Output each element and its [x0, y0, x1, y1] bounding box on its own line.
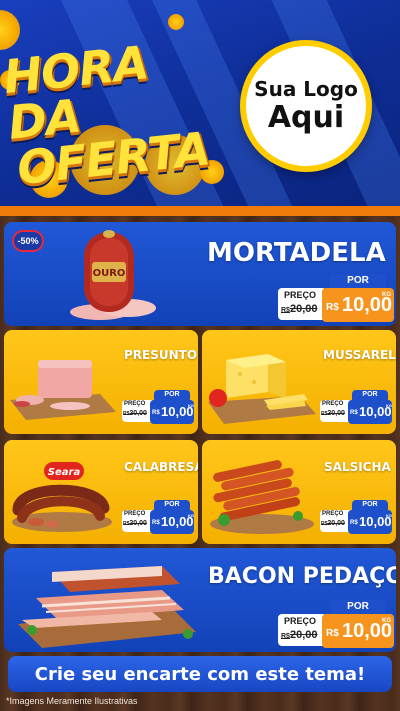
- old-price-box: PREÇO R$20,00: [122, 510, 152, 532]
- product-name: BACON PEDAÇO: [208, 564, 396, 589]
- currency-label: R$: [152, 410, 160, 416]
- price-block: POR PREÇO R$20,00 R$ 10,00 KG: [278, 600, 394, 648]
- unit-label: KG: [386, 513, 392, 518]
- old-price-box: PREÇO R$20,00: [278, 288, 324, 320]
- flyer-page: HORA DA OFERTA Sua Logo Aqui -50% OURO M…: [0, 0, 400, 711]
- old-price: R$20,00: [321, 520, 345, 527]
- price-block: POR PREÇO R$20,00 R$ 10,00 KG: [122, 500, 194, 534]
- product-name: PRESUNTO: [124, 348, 198, 362]
- presunto-image: [10, 360, 116, 420]
- create-flyer-button[interactable]: Crie seu encarte com este tema!: [8, 656, 392, 692]
- salsicha-image: [210, 460, 314, 534]
- logo-placeholder: Sua Logo Aqui: [240, 40, 372, 172]
- currency-label: R$: [326, 628, 339, 639]
- logo-text-line-2: Aqui: [267, 100, 345, 135]
- old-price-label: PREÇO: [284, 616, 317, 626]
- old-price: R$20,00: [123, 520, 147, 527]
- illustrative-images-note: *Imagens Meramente Ilustrativas: [6, 696, 138, 706]
- por-label: POR: [154, 390, 190, 400]
- unit-label: KG: [382, 292, 391, 298]
- unit-label: KG: [188, 513, 194, 518]
- mussarela-image: [208, 354, 316, 424]
- price-block: POR PREÇO R$20,00 R$ 10,00 KG: [320, 500, 392, 534]
- currency-label: R$: [350, 520, 358, 526]
- por-label: POR: [352, 500, 388, 510]
- old-price: R$20,00: [281, 303, 318, 315]
- por-label: POR: [352, 390, 388, 400]
- new-price-box: R$ 10,00 KG: [348, 400, 392, 424]
- old-price-label: PREÇO: [124, 401, 146, 407]
- old-price-box: PREÇO R$20,00: [320, 510, 350, 532]
- new-price-box: R$ 10,00 KG: [348, 510, 392, 534]
- old-price: R$20,00: [321, 410, 345, 417]
- por-label: POR: [330, 600, 386, 614]
- brand-label-ouro: OURO: [93, 268, 126, 279]
- product-card-mussarela: MUSSARELA POR PREÇO R$20,00 R$ 10,00 KG: [202, 330, 396, 434]
- logo-text-line-1: Sua Logo: [254, 77, 358, 101]
- product-card-presunto: PRESUNTO POR PREÇO R$20,00 R$ 10,00 KG: [4, 330, 198, 434]
- old-price-label: PREÇO: [124, 511, 146, 517]
- price-block: POR PREÇO R$20,00 R$ 10,00 KG: [278, 274, 394, 322]
- title-hora-da-oferta: HORA DA OFERTA: [1, 30, 244, 195]
- product-name: MORTADELA: [207, 238, 386, 268]
- product-card-salsicha: SALSICHA POR PREÇO R$20,00 R$ 10,00 KG: [202, 440, 396, 544]
- discount-badge: -50%: [12, 230, 44, 252]
- new-price-box: R$ 10,00 KG: [322, 288, 394, 322]
- product-name: MUSSARELA: [323, 348, 396, 362]
- old-price-box: PREÇO R$20,00: [278, 614, 324, 646]
- bacon-image: [18, 566, 196, 648]
- calabresa-image: Seara: [12, 462, 112, 532]
- old-price-box: PREÇO R$20,00: [122, 400, 152, 422]
- por-label: POR: [330, 274, 386, 288]
- price-block: POR PREÇO R$20,00 R$ 10,00 KG: [122, 390, 194, 424]
- product-card-calabresa: Seara CALABRESA POR PREÇO R$20,00 R$ 10,…: [4, 440, 198, 544]
- currency-label: R$: [326, 302, 339, 313]
- price-block: POR PREÇO R$20,00 R$ 10,00 KG: [320, 390, 392, 424]
- unit-label: KG: [386, 403, 392, 408]
- old-price-label: PREÇO: [322, 401, 344, 407]
- old-price-box: PREÇO R$20,00: [320, 400, 350, 422]
- old-price: R$20,00: [281, 629, 318, 641]
- product-card-bacon: BACON PEDAÇO POR PREÇO R$20,00 R$ 10,00 …: [4, 548, 396, 652]
- currency-label: R$: [350, 410, 358, 416]
- product-name: CALABRESA: [124, 460, 198, 474]
- new-price-box: R$ 10,00 KG: [322, 614, 394, 648]
- unit-label: KG: [382, 618, 391, 624]
- por-label: POR: [154, 500, 190, 510]
- unit-label: KG: [188, 403, 194, 408]
- product-name: SALSICHA: [324, 460, 391, 474]
- old-price-label: PREÇO: [284, 290, 317, 300]
- new-price-box: R$ 10,00 KG: [150, 400, 194, 424]
- header-banner: HORA DA OFERTA Sua Logo Aqui: [0, 0, 400, 210]
- old-price-label: PREÇO: [322, 511, 344, 517]
- brand-label-seara: Seara: [48, 467, 81, 478]
- currency-label: R$: [152, 520, 160, 526]
- new-price-box: R$ 10,00 KG: [150, 510, 194, 534]
- mortadela-image: OURO: [70, 230, 156, 320]
- product-card-mortadela: -50% OURO MORTADELA POR PREÇO R$20,00 R$…: [4, 222, 396, 326]
- header-divider: [0, 206, 400, 216]
- old-price: R$20,00: [123, 410, 147, 417]
